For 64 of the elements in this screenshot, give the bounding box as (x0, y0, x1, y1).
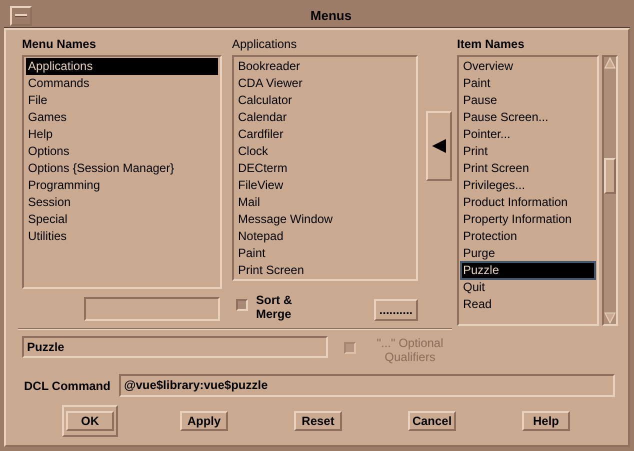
dialog-button[interactable]: Help (522, 411, 570, 431)
move-left-button[interactable] (426, 111, 452, 181)
list-item[interactable]: Print Screen (236, 262, 414, 279)
list-item[interactable]: Help (26, 126, 218, 143)
list-item[interactable]: Privileges... (461, 177, 595, 194)
window-title: Menus (309, 6, 353, 25)
list-item[interactable]: CDA Viewer (236, 75, 414, 92)
list-item[interactable]: Utilities (26, 228, 218, 245)
list-item[interactable]: Paint (461, 75, 595, 92)
list-item[interactable]: FileView (236, 177, 414, 194)
checkbox[interactable] (236, 299, 248, 311)
list-item[interactable]: Paint (236, 245, 414, 262)
list-item[interactable]: Notepad (236, 228, 414, 245)
checkbox-label: "..." Optional Qualifiers (376, 336, 444, 364)
dialog-button[interactable]: OK (66, 411, 114, 431)
list-item[interactable]: Message Window (236, 211, 414, 228)
list-item[interactable]: Bookreader (236, 58, 414, 75)
list-item[interactable]: Programming (26, 177, 218, 194)
list-item[interactable]: Applications (26, 58, 218, 75)
list-item[interactable]: Quit (461, 279, 595, 296)
item-name-field[interactable]: Puzzle (22, 336, 328, 358)
scroll-thumb[interactable] (604, 158, 616, 194)
list-item[interactable]: File (26, 92, 218, 109)
list-item[interactable]: Options {Session Manager} (26, 160, 218, 177)
checkbox-label: Sort & Merge (256, 293, 293, 321)
dialog-button[interactable]: Reset (294, 411, 342, 431)
down-arrow-icon (604, 312, 616, 324)
list-item[interactable]: Games (26, 109, 218, 126)
list-item[interactable]: Property Information (461, 211, 595, 228)
input-field[interactable] (84, 297, 220, 321)
scrollbar[interactable] (602, 55, 618, 326)
list-item[interactable]: Calculator (236, 92, 414, 109)
ellipsis-button[interactable]: .......... (374, 299, 418, 321)
minus-icon (15, 14, 27, 17)
list-item[interactable]: Purge (461, 245, 595, 262)
list-item[interactable]: DECterm (236, 160, 414, 177)
window-menu-button[interactable] (10, 6, 32, 26)
list-item[interactable]: Mail (236, 194, 414, 211)
list-item[interactable]: Print (461, 143, 595, 160)
list-item[interactable]: Read (461, 296, 595, 313)
list-label: Item Names (457, 36, 526, 53)
list-item[interactable]: Pause Screen... (461, 109, 595, 126)
list-item[interactable]: Pause (461, 92, 595, 109)
dialog-button[interactable]: Apply (180, 411, 228, 431)
list-label: Menu Names (22, 36, 98, 53)
list-label: Applications (232, 36, 298, 53)
list-item[interactable]: Pointer... (461, 126, 595, 143)
list-item[interactable]: Puzzle (461, 262, 595, 279)
list-item[interactable]: Options (26, 143, 218, 160)
list-item[interactable]: Cardfiler (236, 126, 414, 143)
list-item[interactable]: Print Screen (461, 160, 595, 177)
list-item[interactable]: Special (26, 211, 218, 228)
list-item[interactable]: Protection (461, 228, 595, 245)
list-item[interactable]: Overview (461, 58, 595, 75)
list-item[interactable]: Commands (26, 75, 218, 92)
left-triangle-icon (431, 138, 447, 154)
dcl-command-field[interactable]: @vue$library:vue$puzzle (119, 374, 615, 397)
list-item[interactable]: Product Information (461, 194, 595, 211)
field-label: DCL Command (24, 378, 112, 394)
list-item[interactable]: Session (26, 194, 218, 211)
list-item[interactable]: Clock (236, 143, 414, 160)
up-arrow-icon (604, 57, 616, 69)
list-item[interactable]: Calendar (236, 109, 414, 126)
dialog-button[interactable]: Cancel (408, 411, 456, 431)
